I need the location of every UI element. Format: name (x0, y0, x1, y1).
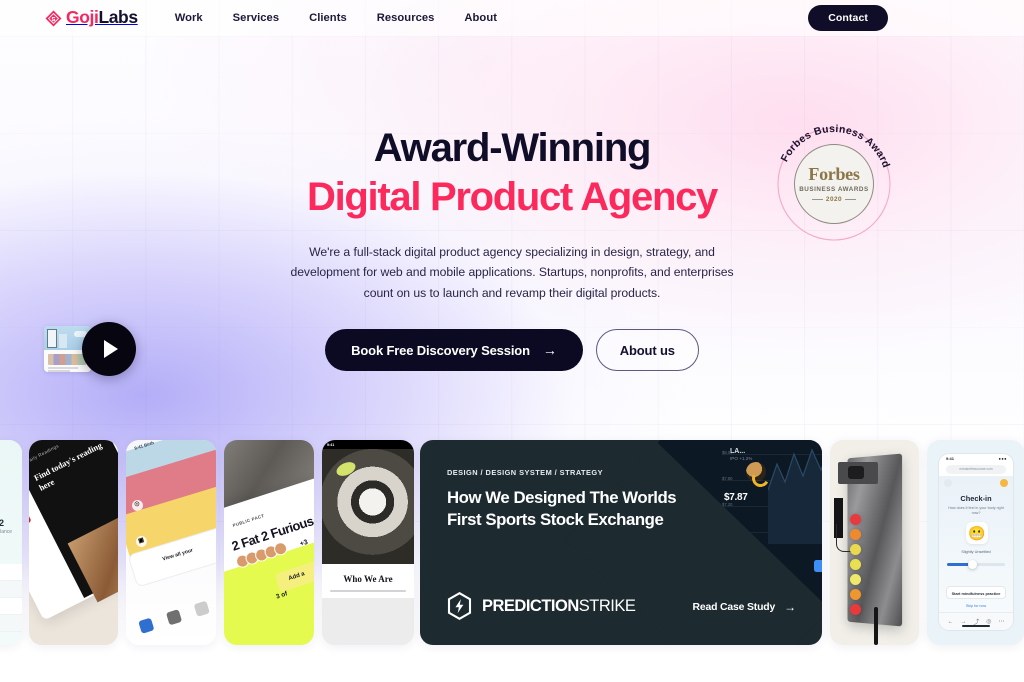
brand-bold-part: PREDICTION (482, 596, 579, 615)
portfolio-card-predictionstrike[interactable]: LA... IPO +1.2% $7.87 -0.15 % $8.00 $7.6… (420, 440, 822, 645)
led-indicator (850, 559, 861, 570)
date-badge: 11 (29, 503, 32, 531)
badge-inner-disc: Forbes BUSINESS AWARDS 2020 (794, 144, 874, 224)
client-brand-name: PREDICTIONSTRIKE (482, 596, 636, 615)
skip-link[interactable]: Skip for now (939, 604, 1013, 608)
led-indicator (850, 589, 861, 600)
nav-item-about[interactable]: About (464, 12, 497, 24)
play-icon (104, 340, 118, 358)
about-us-button[interactable]: About us (595, 329, 699, 372)
brand-name-first: Goji (66, 7, 99, 28)
bookmarks-icon[interactable]: ◎ (986, 618, 991, 625)
tabs-icon[interactable]: ⋯ (998, 618, 1004, 625)
read-case-study-button[interactable]: Read Case Study → (693, 600, 797, 614)
mood-emoji-icon: 😬 (966, 522, 988, 544)
case-study-kicker: DESIGN / DESIGN SYSTEM / STRATEGY (447, 468, 603, 477)
home-indicator (962, 625, 990, 627)
read-case-study-label: Read Case Study (692, 601, 776, 613)
led-indicator (850, 544, 861, 555)
forbes-award-badge: Forbes Business Award Forbes BUSINESS AW… (770, 120, 898, 248)
mood-slider-thumb[interactable] (968, 560, 977, 569)
brand-logo[interactable]: GojiLabs (45, 9, 138, 27)
contact-button[interactable]: Contact (808, 5, 888, 31)
nav-item-clients[interactable]: Clients (309, 12, 347, 24)
phone-frame: 9:41 ●●● mindsetthecourse.com Check-in H… (938, 453, 1014, 631)
browser-tab-bar: ← → ⤴ ◎ ⋯ (939, 612, 1013, 630)
portfolio-card-strip: $2 Balance Featured Pay Payme Payme Paym… (0, 440, 1024, 645)
led-indicator (850, 604, 861, 615)
client-brand-row: PREDICTIONSTRIKE (447, 592, 636, 620)
hero-video-teaser[interactable] (44, 322, 144, 376)
book-discovery-session-button[interactable]: Book Free Discovery Session → (325, 329, 583, 372)
nav-item-services[interactable]: Services (233, 12, 279, 24)
forbes-wordmark: Forbes (808, 163, 860, 184)
play-video-button[interactable] (82, 322, 136, 376)
nav-item-resources[interactable]: Resources (377, 12, 435, 24)
site-header: GojiLabs Work Services Clients Resources… (0, 0, 1024, 36)
headline-line-1: Award-Winning (373, 126, 652, 170)
start-practice-label: Start mindfulness practice (951, 591, 1001, 596)
balance-amount: $2 (0, 518, 5, 528)
portfolio-card-reading-news[interactable]: of the scr ary time 12Mon 13Tue 14Wed 15… (29, 440, 118, 645)
portfolio-card-fintech-list[interactable]: $2 Balance Featured Pay Payme Payme Paym… (0, 440, 22, 645)
hexagon-lightning-icon (447, 592, 472, 620)
badge-year: 2020 (825, 196, 843, 204)
balance-label: Balance (0, 529, 13, 535)
hero-cta-group: Book Free Discovery Session → About us (0, 329, 1024, 372)
brand-name-second: Labs (98, 7, 138, 28)
who-we-are-heading: Who We Are (343, 574, 393, 584)
panda-photo (322, 449, 414, 564)
promo-title: Find today's reading here (32, 440, 104, 493)
status-icons: ●●● (998, 456, 1007, 461)
back-icon[interactable] (944, 479, 952, 487)
portfolio-card-who-we-are[interactable]: 9:41 Who We Are (322, 440, 414, 645)
case-study-title: How We Designed The Worlds First Sports … (447, 488, 677, 530)
arrow-right-icon: → (542, 342, 557, 359)
badge-year-row: 2020 (811, 196, 857, 204)
browser-url-bar[interactable]: mindsetthecourse.com (946, 465, 1006, 474)
badge-subtitle: BUSINESS AWARDS (799, 186, 869, 194)
checkin-question: How does it feel in your body right now? (948, 506, 1004, 515)
hero-description: We're a full-stack digital product agenc… (290, 245, 734, 300)
start-practice-button[interactable]: Start mindfulness practice (946, 586, 1006, 599)
goji-diamond-logo-icon (45, 10, 62, 26)
status-time: 9:41 (327, 442, 335, 447)
portfolio-card-hardware-device[interactable] (830, 440, 919, 645)
back-arrow-icon[interactable]: ← (947, 619, 953, 625)
main-navigation: Work Services Clients Resources About (175, 12, 497, 24)
mood-label: Slightly Unsettled (961, 550, 991, 554)
nav-item-work[interactable]: Work (175, 12, 203, 24)
brand-light-part: STRIKE (578, 596, 636, 615)
url-text: mindsetthecourse.com (959, 467, 993, 471)
portfolio-card-2fat2furious[interactable]: PUBLIC PACT 2 Fat 2 Furious +3 Add a 3 o… (224, 440, 314, 645)
led-indicator (850, 514, 861, 525)
portfolio-card-education-support[interactable]: 9:41 Birth ☉ Post-Sec Academic Skills ▣ … (126, 440, 216, 645)
arrow-right-icon: → (784, 600, 796, 614)
status-time: 9:41 (946, 456, 955, 461)
forward-arrow-icon[interactable]: → (960, 619, 966, 625)
checkin-heading: Check-in (960, 494, 992, 503)
account-avatar[interactable] (1000, 479, 1008, 487)
book-discovery-session-label: Book Free Discovery Session (351, 342, 530, 358)
led-indicator (850, 574, 861, 585)
led-indicator (850, 529, 861, 540)
portfolio-card-mindfulness-checkin[interactable]: 9:41 ●●● mindsetthecourse.com Check-in H… (927, 440, 1024, 645)
